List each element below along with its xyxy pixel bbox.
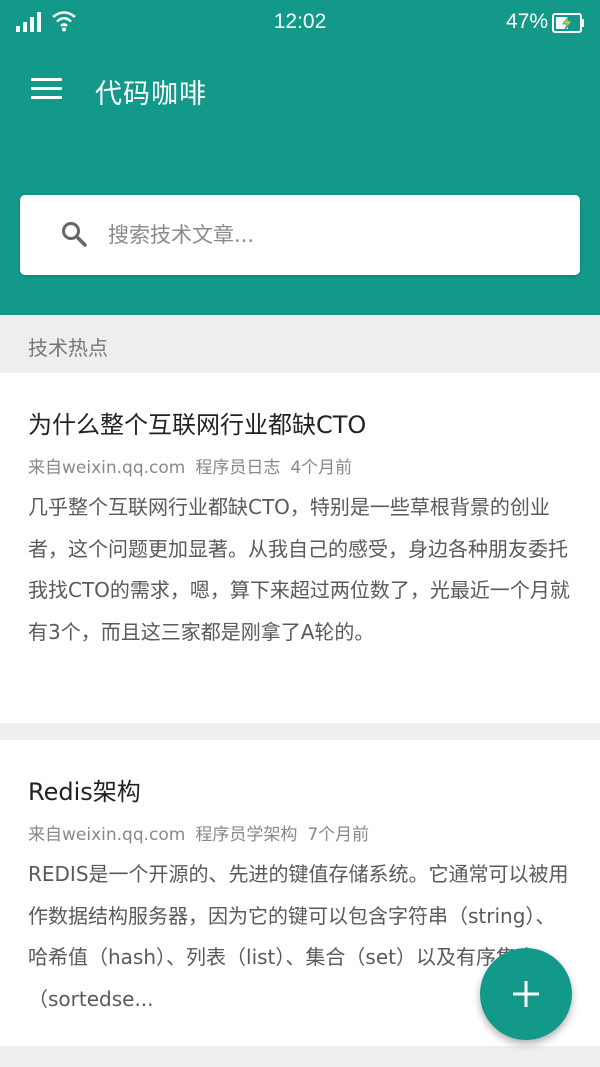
battery-percent: 47% [505, 10, 548, 33]
battery-charging-icon [552, 12, 586, 39]
list-bottom-divider [0, 1046, 600, 1067]
app-header: 12:02 47% 代码咖啡 [0, 0, 600, 315]
search-bar[interactable] [20, 195, 580, 275]
section-header-hot-topics: 技术热点 [0, 315, 600, 373]
search-icon [60, 220, 90, 250]
toolbar: 代码咖啡 [0, 56, 600, 126]
article-title: Redis架构 [28, 778, 141, 806]
article-time: 7个月前 [307, 825, 370, 845]
article-channel: 程序员学架构 [195, 825, 298, 845]
article-channel: 程序员日志 [195, 458, 281, 478]
plus-icon [513, 981, 539, 1007]
article-meta: 来自weixin.qq.com 程序员日志 4个月前 [28, 453, 362, 478]
article-time: 4个月前 [290, 458, 353, 478]
add-button[interactable] [480, 948, 572, 1040]
status-bar: 12:02 47% [0, 0, 600, 44]
article-summary: 几乎整个互联网行业都缺CTO，特别是一些草根背景的创业者，这个问题更加显著。从我… [28, 495, 570, 644]
app-title: 代码咖啡 [95, 79, 207, 110]
article-meta: 来自weixin.qq.com 程序员学架构 7个月前 [28, 820, 379, 845]
article-card[interactable]: 为什么整个互联网行业都缺CTO 来自weixin.qq.com 程序员日志 4个月前… [0, 373, 600, 723]
article-source: 来自weixin.qq.com [28, 458, 186, 478]
article-title: 为什么整个互联网行业都缺CTO [28, 411, 367, 439]
article-source: 来自weixin.qq.com [28, 825, 186, 845]
search-input[interactable] [108, 215, 558, 255]
menu-icon[interactable] [22, 70, 70, 110]
